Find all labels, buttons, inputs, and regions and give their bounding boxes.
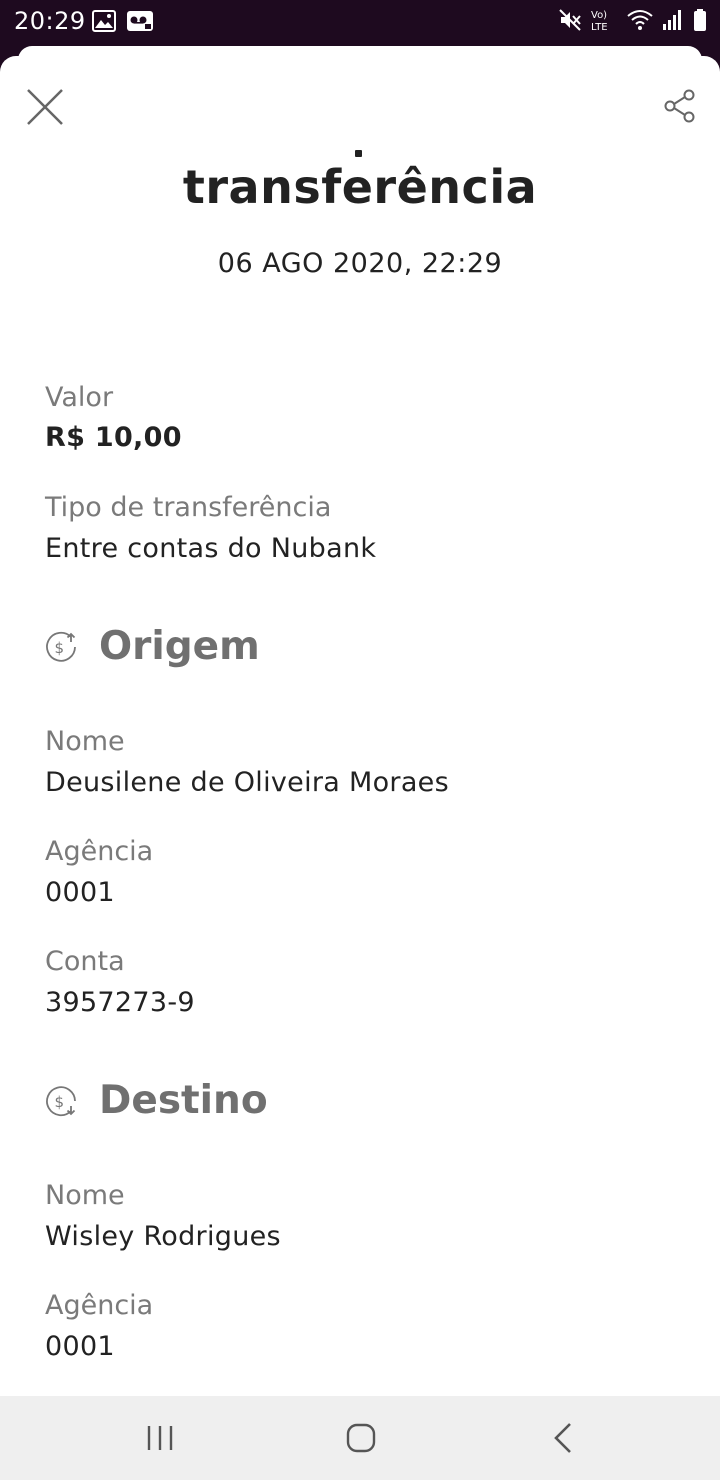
status-bar: 20:29 Vo) LTE [0,0,720,44]
destino-nome-label: Nome [45,1180,125,1211]
volte-icon: Vo) LTE [590,8,618,38]
close-button[interactable] [24,86,66,128]
battery-icon [692,8,708,38]
voicemail-icon [126,10,154,38]
origem-section-header: $ Origem [45,624,260,669]
destino-title: Destino [99,1078,268,1123]
back-icon [554,1423,571,1453]
origem-title: Origem [99,624,260,669]
origem-nome-value: Deusilene de Oliveira Moraes [45,767,449,798]
share-icon [664,89,695,123]
home-icon [346,1423,376,1453]
origem-agencia-label: Agência [45,836,154,867]
origem-nome-label: Nome [45,726,125,757]
status-right-icons: Vo) LTE [558,8,708,38]
wifi-icon [626,8,654,38]
tipo-value: Entre contas do Nubank [45,533,377,564]
image-icon [92,10,116,38]
share-button[interactable] [662,88,698,124]
valor-label: Valor [45,382,114,413]
destino-nome-value: Wisley Rodrigues [45,1221,281,1252]
page-title: transferência [182,160,538,214]
mute-icon [558,8,582,38]
recent-apps-button[interactable] [140,1418,180,1458]
svg-text:$: $ [55,639,65,657]
svg-text:Vo): Vo) [591,10,607,21]
title-overflow-mark [355,150,362,157]
svg-text:$: $ [55,1093,65,1111]
valor-value: R$ 10,00 [45,422,182,453]
svg-text:LTE: LTE [591,22,608,32]
tipo-label: Tipo de transferência [45,492,332,523]
destino-section-header: $ Destino [45,1078,268,1123]
destino-agencia-label: Agência [45,1290,154,1321]
origem-agencia-value: 0001 [45,877,115,908]
receipt-sheet: transferência 06 AGO 2020, 22:29 Valor R… [0,56,720,1396]
money-up-icon: $ [45,631,77,663]
status-left-icons [92,10,154,38]
home-button[interactable] [341,1418,381,1458]
origem-conta-label: Conta [45,946,125,977]
back-button[interactable] [544,1418,584,1458]
transfer-date: 06 AGO 2020, 22:29 [217,248,503,279]
signal-icon [662,8,684,38]
origem-conta-value: 3957273-9 [45,987,195,1018]
recent-apps-icon [147,1426,173,1450]
destino-agencia-value: 0001 [45,1331,115,1362]
close-icon [27,89,63,125]
system-nav-bar [0,1396,720,1480]
money-down-icon: $ [45,1085,77,1117]
status-time: 20:29 [14,7,86,35]
